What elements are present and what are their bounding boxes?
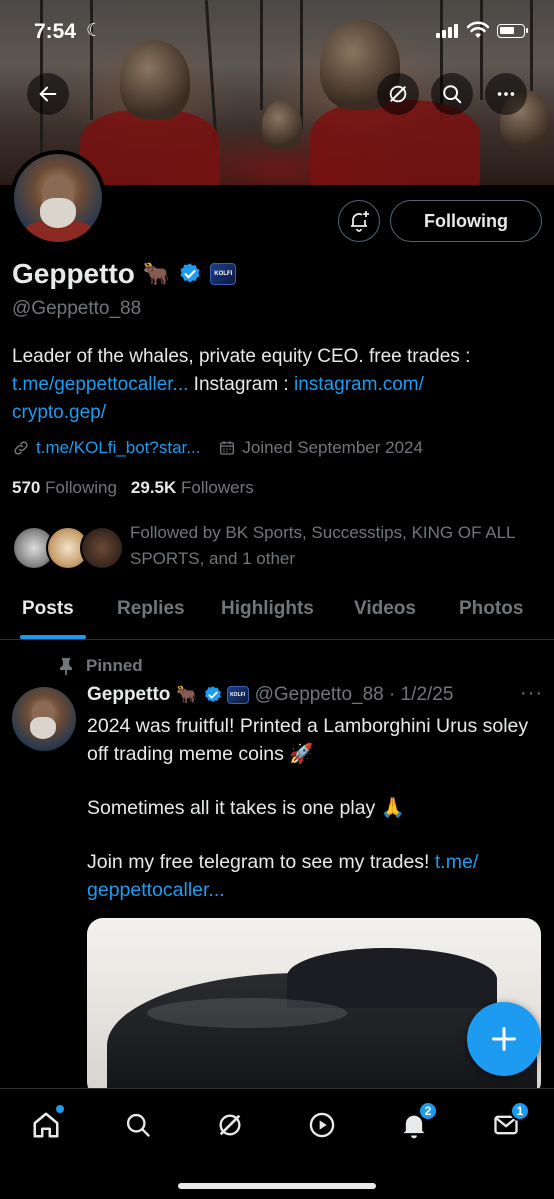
post-author-name[interactable]: Geppetto bbox=[87, 684, 170, 706]
post-line-1: 2024 was fruitful! Printed a Lamborghini… bbox=[87, 715, 529, 765]
affiliate-badge[interactable]: KOLFI bbox=[210, 263, 237, 285]
notifications-badge: 2 bbox=[418, 1101, 438, 1121]
profile-avatar[interactable] bbox=[10, 150, 106, 246]
home-icon bbox=[33, 1112, 59, 1138]
back-arrow-icon bbox=[39, 86, 57, 102]
profile-name: Geppetto bbox=[12, 258, 135, 289]
pinned-label: Pinned bbox=[58, 656, 143, 676]
nav-notifications[interactable]: 2 bbox=[392, 1101, 438, 1147]
plus-icon bbox=[491, 1026, 517, 1052]
post-body[interactable]: 2024 was fruitful! Printed a Lamborghini… bbox=[87, 712, 537, 904]
name-emoji: 🐂 bbox=[142, 261, 171, 286]
profile-bio: Leader of the whales, private equity CEO… bbox=[12, 346, 471, 423]
search-button[interactable] bbox=[431, 73, 473, 115]
tab-highlights[interactable]: Highlights bbox=[221, 598, 314, 620]
wifi-icon bbox=[466, 21, 490, 38]
bottom-navigation: 2 1 bbox=[0, 1088, 554, 1199]
bell-plus-icon bbox=[351, 211, 369, 232]
post-image[interactable] bbox=[87, 918, 541, 1098]
pin-icon bbox=[60, 658, 72, 675]
tab-replies[interactable]: Replies bbox=[117, 598, 185, 620]
profile-tabs: Posts Replies Highlights Videos Photos bbox=[0, 590, 554, 640]
followers-count-link[interactable]: 29.5K Followers bbox=[131, 478, 254, 498]
more-options-button[interactable] bbox=[485, 73, 527, 115]
post-header: Geppetto 🐂 KOLFI @Geppetto_88 · 1/2/25 bbox=[87, 684, 547, 706]
post-author-avatar[interactable] bbox=[12, 687, 76, 751]
tab-posts[interactable]: Posts bbox=[22, 598, 74, 620]
calendar-icon bbox=[220, 441, 235, 455]
post-line-3: Join my free telegram to see my trades! … bbox=[87, 851, 479, 901]
followed-by-row[interactable]: Followed by BK Sports, Successtips, KING… bbox=[12, 520, 542, 580]
tab-videos[interactable]: Videos bbox=[354, 598, 416, 620]
search-icon bbox=[443, 85, 462, 104]
post-verified-badge-icon bbox=[204, 686, 221, 703]
joined-date: Joined September 2024 bbox=[218, 438, 423, 458]
post-handle-date: @Geppetto_88 · 1/2/25 bbox=[254, 684, 454, 705]
followed-by-text: Followed by BK Sports, Successtips, KING… bbox=[130, 523, 515, 568]
bio-link-telegram[interactable]: t.me/geppettocaller... bbox=[12, 374, 188, 395]
nav-grok[interactable] bbox=[208, 1103, 252, 1147]
post-author-emoji: 🐂 bbox=[176, 685, 198, 704]
play-circle-icon bbox=[309, 1112, 335, 1138]
follow-stats: 570 Following 29.5K Followers bbox=[12, 478, 254, 498]
post-more-button[interactable]: ··· bbox=[520, 682, 543, 705]
profile-name-row: Geppetto 🐂 KOLFI bbox=[12, 258, 237, 290]
grok-icon bbox=[389, 85, 407, 103]
grok-button[interactable] bbox=[377, 73, 419, 115]
home-unread-dot bbox=[56, 1105, 64, 1113]
profile-meta: t.me/KOLfi_bot?star... Joined September … bbox=[12, 438, 423, 458]
post-affiliate-badge: KOLFI bbox=[226, 686, 249, 704]
grok-icon bbox=[219, 1114, 241, 1136]
focus-moon-icon: ☾ bbox=[86, 20, 103, 40]
home-indicator bbox=[178, 1183, 376, 1189]
search-icon bbox=[126, 1113, 150, 1137]
active-tab-indicator bbox=[20, 635, 86, 639]
status-time: 7:54 bbox=[34, 20, 77, 43]
compose-post-button[interactable] bbox=[467, 1002, 541, 1076]
nav-home[interactable] bbox=[24, 1103, 68, 1147]
follower-avatar-3 bbox=[80, 526, 124, 570]
following-count-link[interactable]: 570 Following bbox=[12, 478, 117, 498]
cellular-signal-icon bbox=[436, 24, 458, 38]
notifications-subscribe-button[interactable] bbox=[338, 200, 380, 242]
nav-messages[interactable]: 1 bbox=[484, 1101, 530, 1147]
battery-icon bbox=[497, 24, 528, 38]
back-button[interactable] bbox=[27, 73, 69, 115]
website-link[interactable]: t.me/KOLfi_bot?star... bbox=[12, 438, 200, 458]
nav-video[interactable] bbox=[300, 1103, 344, 1147]
following-button[interactable]: Following bbox=[390, 200, 542, 242]
messages-badge: 1 bbox=[510, 1101, 530, 1121]
verified-badge-icon[interactable] bbox=[178, 262, 202, 286]
post-line-2: Sometimes all it takes is one play 🙏 bbox=[87, 797, 405, 819]
link-icon bbox=[14, 441, 28, 455]
status-bar: 7:54 ☾ bbox=[0, 18, 554, 48]
more-dots-icon bbox=[497, 92, 515, 96]
nav-search[interactable] bbox=[116, 1103, 160, 1147]
tab-photos[interactable]: Photos bbox=[459, 598, 523, 620]
profile-handle: @Geppetto_88 bbox=[12, 298, 142, 319]
